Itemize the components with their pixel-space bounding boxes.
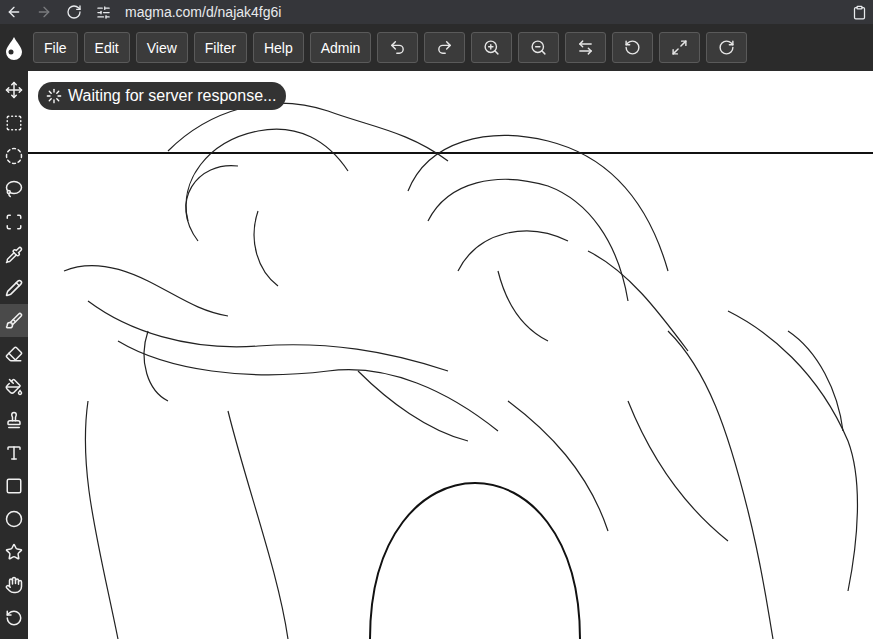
back-arrow-icon[interactable] <box>6 4 22 20</box>
rotate-right-button[interactable] <box>706 32 747 63</box>
tool-button[interactable] <box>0 271 28 304</box>
menu-button[interactable]: Filter <box>194 32 247 63</box>
fullscreen-button[interactable] <box>659 32 700 63</box>
bucket-icon[interactable] <box>5 378 23 396</box>
tool-button[interactable] <box>0 238 28 271</box>
logo[interactable] <box>0 24 27 71</box>
undo-button[interactable] <box>377 32 418 63</box>
spinner-icon <box>46 88 62 104</box>
menu-button[interactable]: File <box>33 32 78 63</box>
zoom-in-button[interactable] <box>471 32 512 63</box>
tool-column <box>0 71 28 639</box>
flip-button[interactable] <box>565 32 606 63</box>
eyedropper-icon[interactable] <box>5 246 23 264</box>
workspace: Waiting for server response... <box>0 71 873 639</box>
rectangle-icon[interactable] <box>5 477 23 495</box>
tool-button[interactable] <box>0 601 28 634</box>
drawing-canvas[interactable]: Waiting for server response... <box>28 71 873 639</box>
reload-icon[interactable] <box>66 4 82 20</box>
zoom-in-icon[interactable] <box>483 39 500 56</box>
tool-button[interactable] <box>0 205 28 238</box>
pencil-icon[interactable] <box>5 279 23 297</box>
circle-icon[interactable] <box>5 510 23 528</box>
rotate-right-icon[interactable] <box>718 39 735 56</box>
stamp-icon[interactable] <box>5 411 23 429</box>
hand-icon[interactable] <box>5 576 23 594</box>
drop-logo-icon[interactable] <box>4 36 24 60</box>
address-url[interactable]: magma.com/d/najak4fg6i <box>125 4 838 20</box>
ellipse-select-icon[interactable] <box>5 147 23 165</box>
tool-button[interactable] <box>0 436 28 469</box>
redo-icon[interactable] <box>436 39 453 56</box>
tool-button[interactable] <box>0 535 28 568</box>
reload-button[interactable] <box>66 4 82 20</box>
tool-button[interactable] <box>0 139 28 172</box>
tool-button[interactable] <box>0 568 28 601</box>
site-settings-button[interactable] <box>96 5 111 20</box>
clipboard-button[interactable] <box>852 5 867 20</box>
clipboard-icon[interactable] <box>852 5 867 20</box>
app-toolbar: FileEditViewFilterHelpAdmin <box>0 24 873 71</box>
menu-button[interactable]: View <box>136 32 188 63</box>
artwork[interactable] <box>28 71 873 639</box>
tool-button[interactable] <box>0 469 28 502</box>
flip-icon[interactable] <box>577 39 594 56</box>
forward-button[interactable] <box>36 4 52 20</box>
rotate-icon[interactable] <box>5 609 23 627</box>
menu-button[interactable]: Admin <box>310 32 372 63</box>
eraser-icon[interactable] <box>5 345 23 363</box>
tool-button[interactable] <box>0 403 28 436</box>
app-window: magma.com/d/najak4fg6i FileEditViewFilter… <box>0 0 873 639</box>
undo-icon[interactable] <box>389 39 406 56</box>
redo-button[interactable] <box>424 32 465 63</box>
status-text: Waiting for server response... <box>68 87 276 105</box>
tool-button[interactable] <box>0 106 28 139</box>
rotate-left-button[interactable] <box>612 32 653 63</box>
tool-button[interactable] <box>0 502 28 535</box>
brush-icon[interactable] <box>5 312 23 330</box>
tool-button[interactable] <box>0 172 28 205</box>
zoom-out-icon[interactable] <box>530 39 547 56</box>
tool-button[interactable] <box>0 370 28 403</box>
menu-button[interactable]: Edit <box>84 32 130 63</box>
lasso-icon[interactable] <box>5 180 23 198</box>
star-icon[interactable] <box>5 543 23 561</box>
status-toast: Waiting for server response... <box>38 82 286 110</box>
text-icon[interactable] <box>5 444 23 462</box>
rect-select-icon[interactable] <box>5 114 23 132</box>
tool-button[interactable] <box>0 337 28 370</box>
rotate-left-icon[interactable] <box>624 39 641 56</box>
sliders-icon[interactable] <box>96 5 111 20</box>
menu-button[interactable]: Help <box>253 32 304 63</box>
fullscreen-icon[interactable] <box>671 39 688 56</box>
forward-arrow-icon[interactable] <box>36 4 52 20</box>
tool-button[interactable] <box>0 73 28 106</box>
move-icon[interactable] <box>5 81 23 99</box>
browser-bar: magma.com/d/najak4fg6i <box>0 0 873 24</box>
tool-button[interactable] <box>0 304 28 337</box>
zoom-out-button[interactable] <box>518 32 559 63</box>
transform-icon[interactable] <box>5 213 23 231</box>
back-button[interactable] <box>6 4 22 20</box>
